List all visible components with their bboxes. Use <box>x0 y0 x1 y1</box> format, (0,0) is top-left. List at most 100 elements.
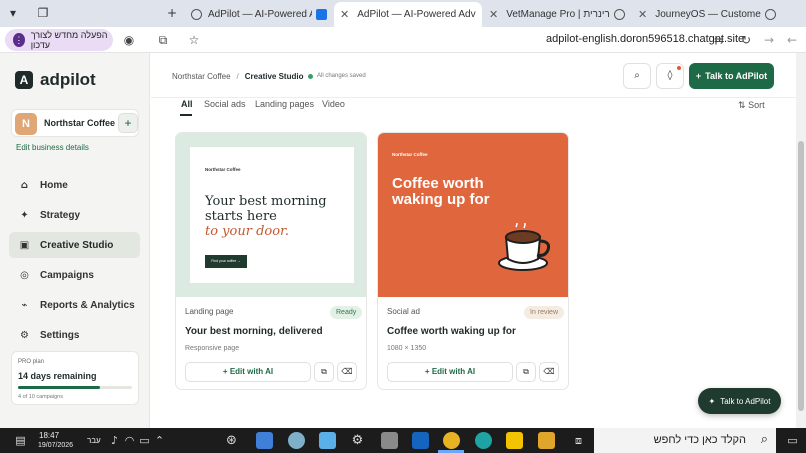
add-business-button[interactable]: + <box>118 113 138 133</box>
status-badge: Ready <box>330 306 363 319</box>
language-indicator[interactable]: עבר <box>87 436 101 445</box>
sort-icon: ⇅ <box>738 101 746 111</box>
sparkle-icon: + <box>424 367 432 376</box>
logo-text: adpilot <box>40 70 96 89</box>
close-tab-icon[interactable]: ✕ <box>489 8 498 21</box>
taskbar-search[interactable]: הקלד כאן כדי לחפש ⌕ <box>594 428 776 453</box>
settings-app-icon[interactable]: ⚙ <box>350 433 365 448</box>
tab-search-icon[interactable]: ▾ <box>5 5 21 21</box>
gear-icon: ⚙ <box>20 329 29 341</box>
duplicate-button[interactable]: ⧉ <box>314 362 334 382</box>
talk-to-adpilot-button[interactable]: + Talk to AdPilot <box>689 63 774 89</box>
home-icon: ⌂ <box>20 179 29 191</box>
sidebar-item-home[interactable]: ⌂ Home <box>9 172 140 198</box>
tab-video[interactable]: Video <box>322 99 345 109</box>
coffee-mug-illustration <box>498 223 551 271</box>
snipping-tool-icon[interactable] <box>288 432 305 449</box>
search-input[interactable]: הקלד כאן כדי לחפש <box>654 434 746 446</box>
relaunch-update-chip[interactable]: ⋮ הפעלה מחדש לצורך עדכון <box>5 29 113 51</box>
browser-tab[interactable]: ✕ VetManage Pro | פאה וטרינרית <box>483 2 631 27</box>
landing-page-mockup: Northstar Coffee Your best morning start… <box>190 147 354 283</box>
task-view-icon[interactable]: ⧈ <box>571 433 586 448</box>
plan-label: PRO plan <box>18 359 45 365</box>
sparkle-icon: + <box>222 367 230 376</box>
card-subtitle: 1080 × 1350 <box>387 345 427 352</box>
delete-button[interactable]: ⌫ <box>337 362 357 382</box>
forward-icon[interactable]: → <box>760 31 778 49</box>
search-button[interactable]: ⌕ <box>623 63 651 89</box>
browser-tab[interactable]: ✕ JourneyOS — Customer Journey <box>632 2 782 27</box>
close-tab-icon[interactable]: ✕ <box>340 8 349 21</box>
notifications-button[interactable]: ◊ <box>656 63 684 89</box>
chart-icon: ⌁ <box>21 299 28 311</box>
copy-icon: ⧉ <box>523 367 529 376</box>
notification-dot <box>677 66 681 70</box>
scrollbar-thumb[interactable] <box>798 141 804 411</box>
battery-icon[interactable]: ▭ <box>137 433 152 448</box>
erase-icon: ⌫ <box>543 367 555 376</box>
reload-icon[interactable]: ↻ <box>737 31 755 49</box>
back-icon[interactable]: ← <box>783 31 801 49</box>
bookmark-star-icon[interactable]: ☆ <box>185 31 203 49</box>
edit-business-link[interactable]: Edit business details <box>16 143 89 152</box>
copy-icon: ⧉ <box>321 367 327 376</box>
card-title: Your best morning, delivered <box>185 326 323 337</box>
browser-toolbar: ⋮ הפעלה מחדש לצורך עדכון ◉ ⧉ ☆ adpilot-e… <box>0 27 806 53</box>
notifications-icon[interactable]: ▤ <box>13 433 28 448</box>
save-status: All changes saved <box>308 73 366 79</box>
tab-all[interactable]: All <box>181 99 193 109</box>
tab-landing-pages[interactable]: Landing pages <box>255 99 314 109</box>
clock-date[interactable]: 19/07/2026 <box>38 442 73 449</box>
preview-brand: Northstar Coffee <box>392 152 428 157</box>
chatgpt-app-icon[interactable]: ⊛ <box>224 433 239 448</box>
floating-talk-button[interactable]: ✦ Talk to AdPilot <box>698 388 781 414</box>
sort-button[interactable]: ⇅ Sort <box>738 100 765 111</box>
preview-headline: Your best morning starts here to your do… <box>205 194 327 239</box>
page-scrollbar[interactable] <box>796 53 806 428</box>
extensions-icon[interactable]: ⧉ <box>154 31 172 49</box>
duplicate-button[interactable]: ⧉ <box>516 362 536 382</box>
sticky-notes-app-icon[interactable] <box>506 432 523 449</box>
browser-tab[interactable]: AdPilot — AI-Powered Advertis <box>185 2 333 27</box>
volume-icon[interactable]: ♪ <box>107 433 122 448</box>
edit-with-ai-button[interactable]: + Edit with AI <box>185 362 311 382</box>
notes-app-icon[interactable] <box>319 432 336 449</box>
breadcrumb-root[interactable]: Northstar Coffee <box>172 72 231 81</box>
sidebar-item-strategy[interactable]: ✦ Strategy <box>9 202 140 228</box>
site-settings-icon[interactable]: ⇋ <box>710 31 728 49</box>
show-hidden-icons-icon[interactable]: ⌃ <box>152 433 167 448</box>
edit-with-ai-button[interactable]: + Edit with AI <box>387 362 513 382</box>
file-app-icon[interactable] <box>381 432 398 449</box>
wifi-icon[interactable]: ◠ <box>122 433 137 448</box>
status-badge: In review <box>524 306 565 319</box>
landing-page-preview[interactable]: Northstar Coffee Your best morning start… <box>176 133 366 297</box>
file-explorer-app-icon[interactable] <box>538 432 555 449</box>
creative-card-landing-page[interactable]: Northstar Coffee Your best morning start… <box>175 132 367 390</box>
edge-app-icon[interactable] <box>475 432 492 449</box>
chrome-app-icon[interactable] <box>443 432 460 449</box>
outlook-app-icon[interactable] <box>412 432 429 449</box>
new-tab-icon[interactable]: + <box>164 5 180 21</box>
profile-icon[interactable]: ◉ <box>120 31 138 49</box>
target-icon: ◎ <box>20 269 29 281</box>
social-ad-preview[interactable]: Northstar Coffee Coffee worth waking up … <box>378 133 568 297</box>
business-switcher[interactable]: N Northstar Coffee ⌄ + <box>11 109 139 137</box>
tab-social-ads[interactable]: Social ads <box>204 99 246 109</box>
search-icon: ⌕ <box>760 432 768 447</box>
restore-window-icon[interactable]: ❐ <box>35 5 51 21</box>
logo-mark: A <box>15 71 33 89</box>
delete-button[interactable]: ⌫ <box>539 362 559 382</box>
sidebar-item-settings[interactable]: ⚙ Settings <box>9 322 140 348</box>
calculator-app-icon[interactable] <box>256 432 273 449</box>
sidebar-item-creative-studio[interactable]: ▣ Creative Studio <box>9 232 140 258</box>
active-tab-indicator <box>180 114 192 116</box>
sidebar: A adpilot N Northstar Coffee ⌄ + Edit bu… <box>0 53 150 428</box>
browser-tab-active[interactable]: ✕ AdPilot — AI-Powered Advertis <box>334 2 482 27</box>
sidebar-item-campaigns[interactable]: ◎ Campaigns <box>9 262 140 288</box>
chat-icon[interactable]: ▭ <box>785 433 800 448</box>
saved-status-dot <box>308 73 313 79</box>
clock-time[interactable]: 18:47 <box>39 431 59 440</box>
creative-card-social-ad[interactable]: Northstar Coffee Coffee worth waking up … <box>377 132 569 390</box>
sidebar-item-reports[interactable]: ⌁ Reports & Analytics <box>9 292 140 318</box>
close-tab-icon[interactable]: ✕ <box>638 8 647 21</box>
